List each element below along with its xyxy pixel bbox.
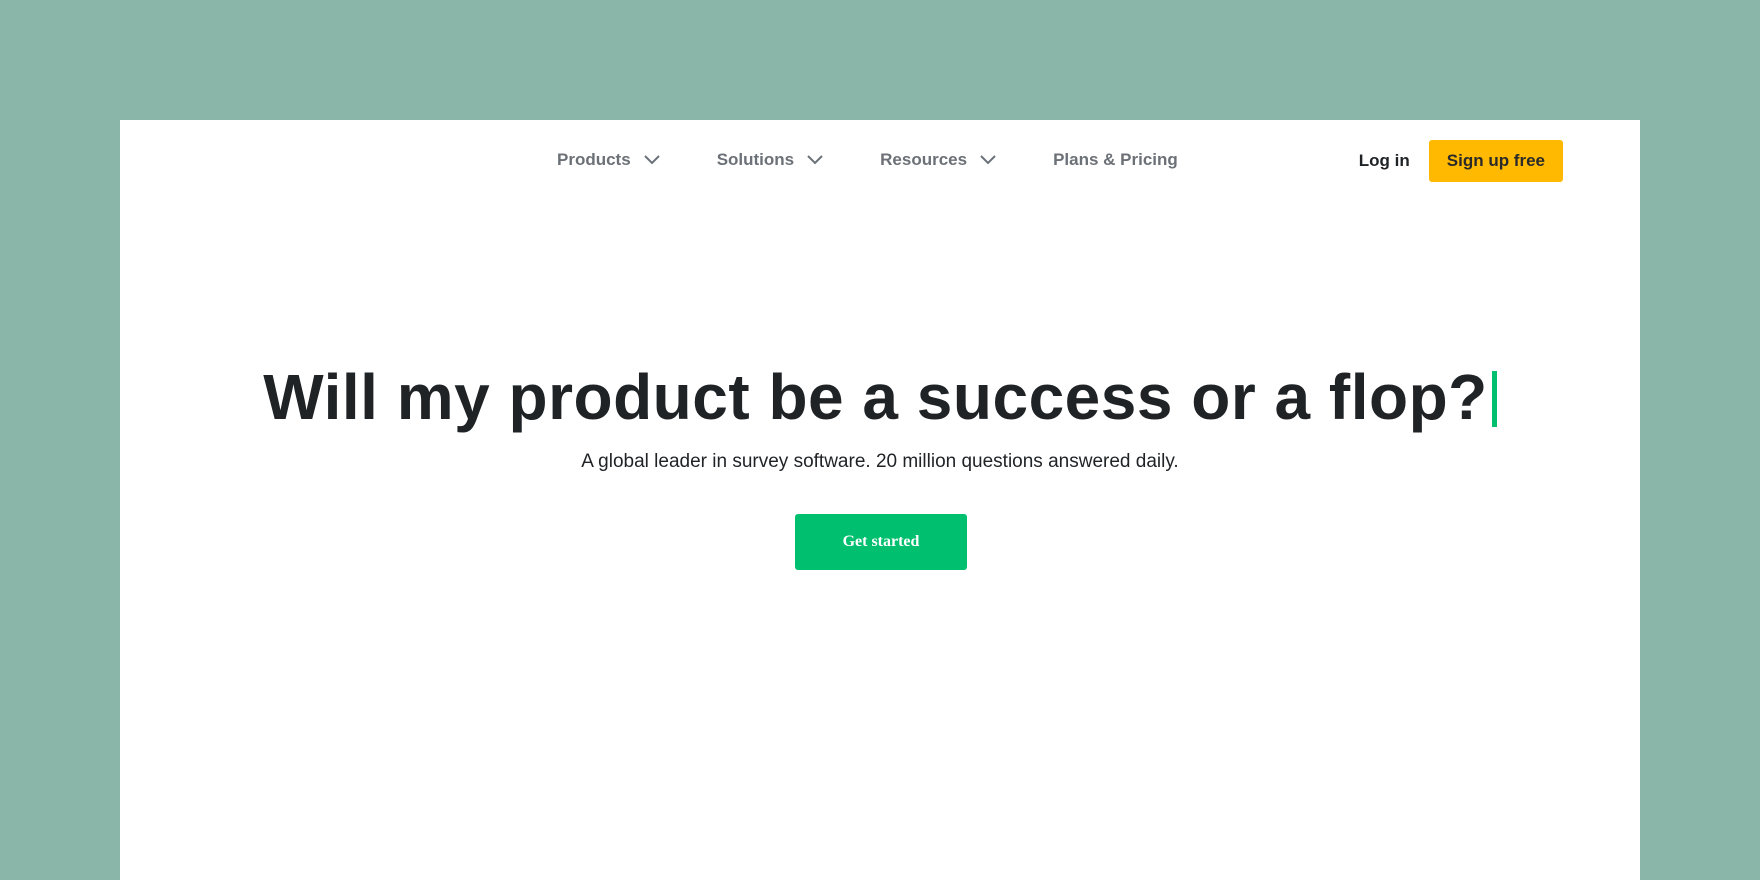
chevron-down-icon bbox=[807, 155, 823, 165]
nav-item-resources[interactable]: Resources bbox=[880, 150, 997, 170]
chevron-down-icon bbox=[980, 155, 996, 165]
page: Products Solutions Resources Plans & Pri… bbox=[120, 120, 1640, 880]
nav-item-solutions[interactable]: Solutions bbox=[717, 150, 824, 170]
signup-button[interactable]: Sign up free bbox=[1428, 140, 1563, 182]
account-actions: Log in Sign up free bbox=[1359, 140, 1563, 182]
nav-item-label: Plans & Pricing bbox=[1053, 150, 1178, 169]
get-started-button[interactable]: Get started bbox=[795, 514, 967, 570]
nav-item-label: Solutions bbox=[716, 150, 795, 169]
nav-item-plans-pricing[interactable]: Plans & Pricing bbox=[1053, 150, 1178, 170]
hero-heading: Will my product be a success or a flop? bbox=[120, 360, 1640, 434]
typing-cursor bbox=[1491, 371, 1497, 427]
top-navbar: Products Solutions Resources Plans & Pri… bbox=[120, 120, 1640, 200]
nav-item-products[interactable]: Products bbox=[557, 150, 661, 170]
login-link[interactable]: Log in bbox=[1359, 151, 1410, 171]
nav-item-label: Resources bbox=[880, 150, 968, 169]
chevron-down-icon bbox=[643, 155, 660, 165]
nav-item-label: Products bbox=[557, 150, 631, 169]
main-nav: Products Solutions Resources Plans & Pri… bbox=[557, 148, 1178, 172]
hero-subtitle: A global leader in survey software. 20 m… bbox=[581, 451, 1179, 472]
hero-heading-text: Will my product be a success or a flop? bbox=[263, 361, 1488, 433]
